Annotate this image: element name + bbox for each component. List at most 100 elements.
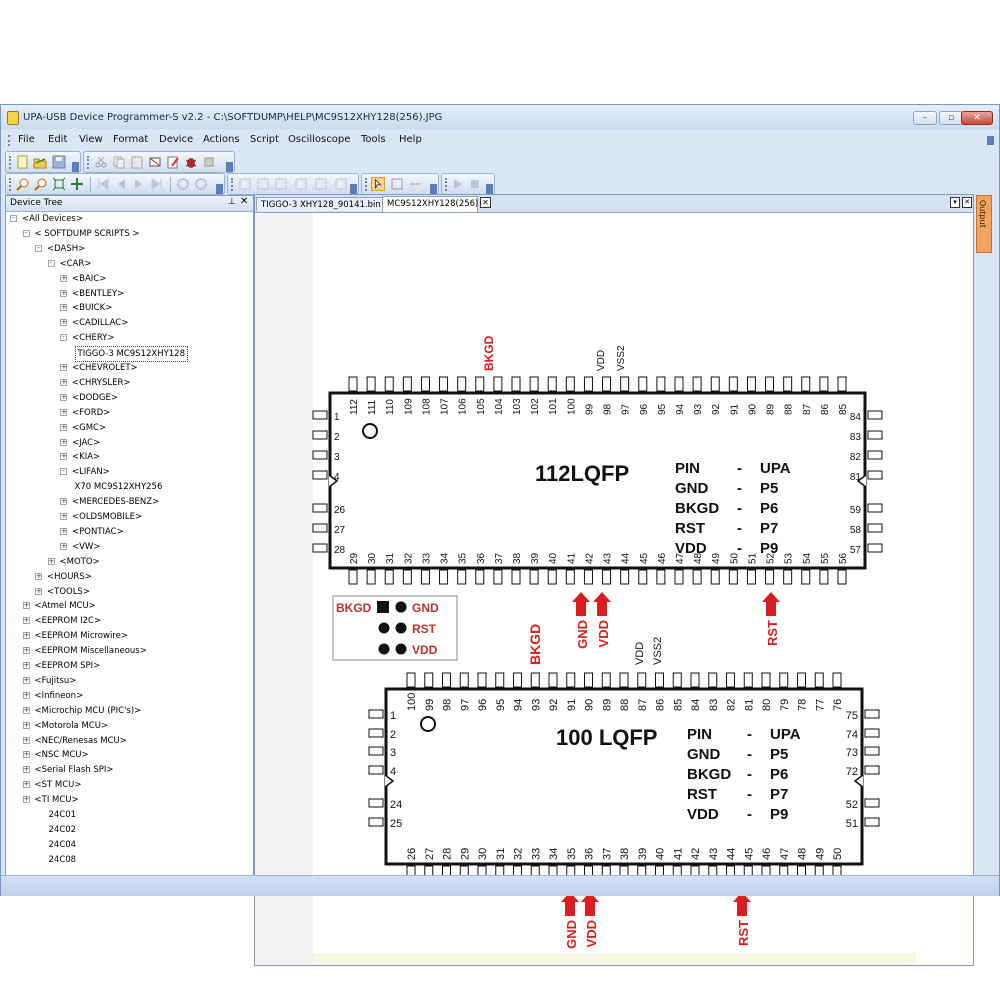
toolbar-dropdown-icon[interactable] <box>350 184 357 194</box>
edit-icon[interactable] <box>166 155 180 169</box>
expand-icon[interactable]: + <box>60 304 67 312</box>
menu-device[interactable]: Device <box>159 134 193 145</box>
minimize-button[interactable]: – <box>913 111 937 125</box>
expand-icon[interactable]: + <box>35 587 42 595</box>
menu-help[interactable]: Help <box>399 134 422 145</box>
tree-item[interactable]: + <EEPROM I2C> <box>6 614 253 628</box>
view4-icon[interactable] <box>294 177 308 191</box>
tree-item[interactable]: TIGGO-3 MC9S12XHY128 <box>6 346 253 363</box>
refresh-icon[interactable] <box>176 177 190 191</box>
tree-item[interactable]: 24C08 <box>6 853 253 867</box>
tree-item[interactable]: + <GMC> <box>6 421 253 435</box>
tree-item[interactable]: X70 MC9S12XHY256 <box>6 480 253 494</box>
output-panel-tab[interactable]: Output <box>976 195 992 253</box>
tree-item[interactable]: - <CHERY> <box>6 331 253 345</box>
expand-icon[interactable]: + <box>60 438 67 446</box>
toolbar-grip[interactable] <box>9 156 13 169</box>
open-folder-icon[interactable] <box>33 155 47 169</box>
erase-icon[interactable] <box>148 155 162 169</box>
menu-oscilloscope[interactable]: Oscilloscope <box>288 134 350 145</box>
stop-icon[interactable] <box>468 177 482 191</box>
expand-icon[interactable]: + <box>22 796 30 804</box>
expand-icon[interactable]: + <box>22 706 30 714</box>
expand-icon[interactable]: + <box>22 632 30 640</box>
first-icon[interactable] <box>96 177 110 191</box>
expand-icon[interactable]: + <box>60 542 67 550</box>
tree-item[interactable]: + <TOOLS> <box>6 585 253 599</box>
tree-item[interactable]: - <CAR> <box>6 257 253 271</box>
expand-icon[interactable]: + <box>60 319 67 327</box>
tree-item[interactable]: + <ST MCU> <box>6 778 253 792</box>
collapse-icon[interactable]: - <box>10 215 17 222</box>
expand-icon[interactable]: + <box>60 498 67 506</box>
menu-grip[interactable] <box>8 135 13 146</box>
document-close-icon[interactable]: ✕ <box>962 197 972 208</box>
tree-item[interactable]: - < SOFTDUMP SCRIPTS > <box>6 227 253 241</box>
expand-icon[interactable]: + <box>60 393 67 401</box>
tree-item[interactable]: + <BENTLEY> <box>6 287 253 301</box>
menu-view[interactable]: View <box>79 134 103 145</box>
expand-icon[interactable]: + <box>22 617 30 625</box>
cut-icon[interactable] <box>94 155 108 169</box>
pin-icon[interactable]: ⊥ <box>228 197 236 207</box>
close-icon[interactable]: ✕ <box>240 196 248 207</box>
expand-icon[interactable]: + <box>60 378 67 386</box>
target-icon[interactable] <box>194 177 208 191</box>
menu-format[interactable]: Format <box>113 134 148 145</box>
tree-item[interactable]: + <Serial Flash SPI> <box>6 763 253 777</box>
tree-item[interactable]: + <OLDSMOBILE> <box>6 510 253 524</box>
toolbar-grip[interactable] <box>9 178 13 191</box>
title-bar[interactable]: UPA-USB Device Programmer-S v2.2 - C:\SO… <box>1 105 999 129</box>
toolbar-grip[interactable] <box>87 156 91 169</box>
tree-item[interactable]: + <Atmel MCU> <box>6 599 253 613</box>
save-icon[interactable] <box>52 155 66 169</box>
view5-icon[interactable] <box>314 177 328 191</box>
tree-item[interactable]: + <FORD> <box>6 406 253 420</box>
tree-item[interactable]: 24C02 <box>6 823 253 837</box>
tree-item[interactable]: + <Fujitsu> <box>6 674 253 688</box>
expand-icon[interactable]: + <box>60 274 67 282</box>
view2-icon[interactable] <box>256 177 270 191</box>
tree-item[interactable]: + <VW> <box>6 540 253 554</box>
collapse-icon[interactable]: - <box>60 468 67 476</box>
expand-icon[interactable]: + <box>22 736 30 744</box>
move-icon[interactable] <box>70 177 84 191</box>
tree-item[interactable]: - <DASH> <box>6 242 253 256</box>
expand-icon[interactable]: + <box>60 364 67 371</box>
view3-icon[interactable] <box>274 177 288 191</box>
menu-overflow-icon[interactable] <box>987 136 994 145</box>
expand-icon[interactable]: + <box>22 766 30 774</box>
menu-file[interactable]: File <box>18 134 35 145</box>
expand-icon[interactable]: + <box>22 691 30 699</box>
select-icon[interactable] <box>390 177 404 191</box>
tree-item[interactable]: + <JAC> <box>6 436 253 450</box>
expand-icon[interactable]: + <box>22 676 30 684</box>
expand-icon[interactable]: + <box>60 527 67 535</box>
tree-item[interactable]: + <Infineon> <box>6 689 253 703</box>
collapse-icon[interactable]: - <box>22 229 30 237</box>
tree-item[interactable]: + <DODGE> <box>6 391 253 405</box>
tree-item[interactable]: + <KIA> <box>6 450 253 464</box>
expand-icon[interactable]: + <box>60 408 67 416</box>
tab-image-file[interactable]: MC9S12XHY128(256) <box>382 196 478 212</box>
tab-close-icon[interactable]: ✕ <box>480 197 491 208</box>
run-icon[interactable] <box>451 177 465 191</box>
tree-item[interactable]: + <CADILLAC> <box>6 316 253 330</box>
tab-list-icon[interactable]: ▾ <box>950 197 960 208</box>
expand-icon[interactable]: + <box>22 721 30 729</box>
chip-icon[interactable] <box>202 155 216 169</box>
tree-item[interactable]: 24C01 <box>6 808 253 822</box>
tree-item[interactable]: - <All Devices> <box>6 212 253 226</box>
expand-icon[interactable]: + <box>22 602 30 610</box>
view6-icon[interactable] <box>334 177 348 191</box>
tree-item[interactable]: + <HOURS> <box>6 570 253 584</box>
tab-bin-file[interactable]: TIGGO-3 XHY128_90141.bin <box>256 197 383 211</box>
collapse-icon[interactable]: - <box>35 244 42 252</box>
expand-icon[interactable]: + <box>22 662 30 669</box>
toolbar-dropdown-icon[interactable] <box>72 162 79 172</box>
collapse-icon[interactable]: - <box>60 334 67 342</box>
toolbar-grip[interactable] <box>231 178 235 191</box>
restore-button[interactable]: ▫ <box>939 111 963 125</box>
tree-item[interactable]: + <EEPROM SPI> <box>6 659 253 673</box>
toolbar-dropdown-icon[interactable] <box>430 184 437 194</box>
